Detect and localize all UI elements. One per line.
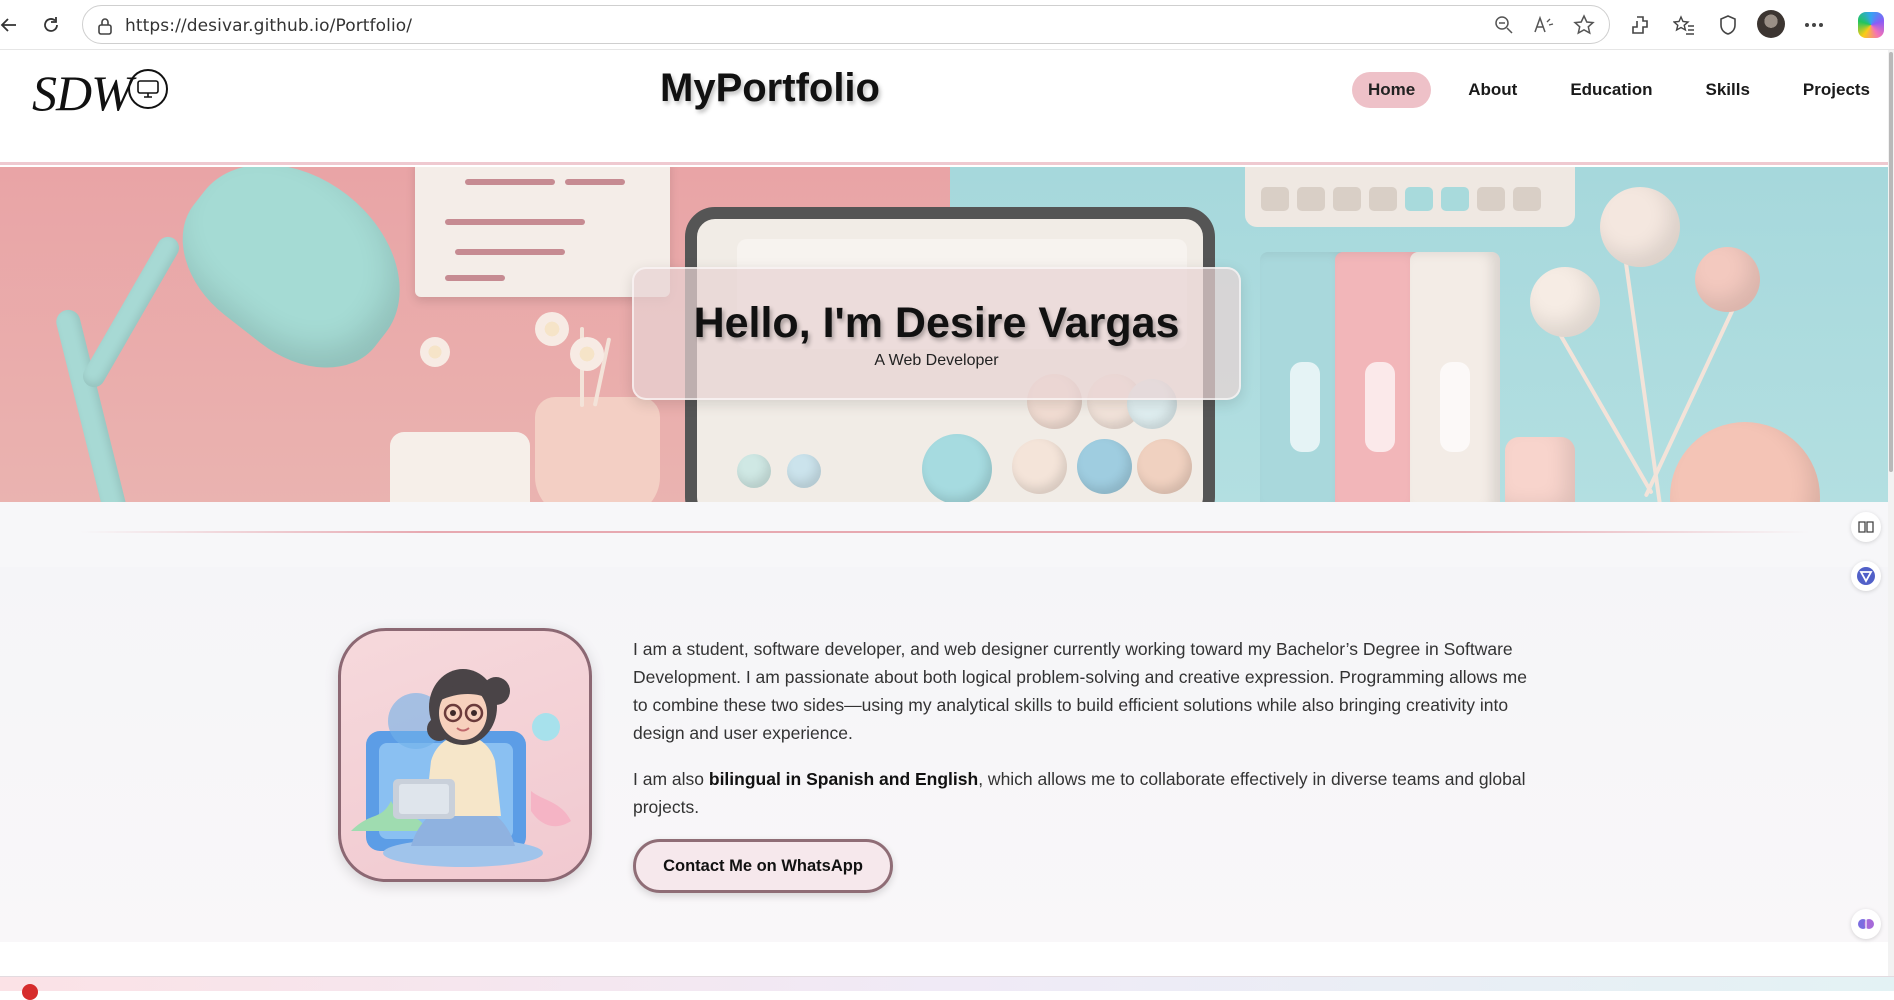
section-divider <box>0 502 1888 567</box>
more-icon[interactable] <box>1799 10 1829 40</box>
about-text: I am a student, software developer, and … <box>633 635 1533 839</box>
computer-icon <box>127 69 168 109</box>
site-logo[interactable]: SDW <box>32 64 168 122</box>
address-bar[interactable]: https://desivar.github.io/Portfolio/ <box>82 5 1610 44</box>
profile-illustration <box>338 628 592 882</box>
site-header: SDW MyPortfolio Home About Education Ski… <box>0 50 1888 165</box>
vase-illustration <box>535 397 660 502</box>
about-section: I am a student, software developer, and … <box>0 567 1888 942</box>
bilingual-highlight: bilingual in Spanish and English <box>708 769 979 789</box>
decorative-sphere <box>1600 187 1680 267</box>
favorite-star-icon[interactable] <box>1571 13 1597 37</box>
back-icon[interactable] <box>0 10 24 40</box>
nav-projects[interactable]: Projects <box>1787 72 1886 108</box>
hero-banner: Hello, I'm Desire Vargas A Web Developer <box>0 167 1888 502</box>
scrollbar-thumb[interactable] <box>1889 52 1893 472</box>
logo-text: SDW <box>32 65 133 121</box>
brain-icon[interactable] <box>1851 909 1881 939</box>
mug-illustration <box>390 432 530 502</box>
browser-essentials-icon[interactable] <box>1713 10 1743 40</box>
notification-badge <box>22 984 38 1000</box>
main-nav: Home About Education Skills Projects <box>1352 72 1894 108</box>
keyboard-illustration <box>1245 167 1575 227</box>
nav-about[interactable]: About <box>1452 72 1533 108</box>
profile-avatar[interactable] <box>1757 10 1785 38</box>
read-aloud-icon[interactable] <box>1531 13 1557 37</box>
nav-skills[interactable]: Skills <box>1690 72 1766 108</box>
reading-view-icon[interactable] <box>1851 512 1881 542</box>
hero-subtitle: A Web Developer <box>874 352 999 369</box>
reload-icon[interactable] <box>36 10 66 40</box>
site-title: MyPortfolio <box>660 66 880 110</box>
divider-line <box>80 531 1810 533</box>
zoom-out-icon[interactable] <box>1491 13 1517 37</box>
nav-home[interactable]: Home <box>1352 72 1432 108</box>
hero-card: Hello, I'm Desire Vargas A Web Developer <box>632 267 1241 400</box>
copilot-icon[interactable] <box>1858 12 1884 38</box>
browser-toolbar: https://desivar.github.io/Portfolio/ <box>0 0 1894 50</box>
hero-title: Hello, I'm Desire Vargas <box>693 299 1180 347</box>
favorites-icon[interactable] <box>1669 10 1699 40</box>
lock-icon[interactable] <box>97 17 113 40</box>
nav-education[interactable]: Education <box>1554 72 1668 108</box>
taskbar-strip <box>0 976 1894 991</box>
contact-whatsapp-button[interactable]: Contact Me on WhatsApp <box>633 839 893 893</box>
extensions-icon[interactable] <box>1625 10 1655 40</box>
about-paragraph-2: I am also bilingual in Spanish and Engli… <box>633 769 1526 817</box>
url-text[interactable]: https://desivar.github.io/Portfolio/ <box>125 16 412 36</box>
about-paragraph-1: I am a student, software developer, and … <box>633 639 1527 743</box>
flower-illustration <box>535 312 569 346</box>
vpn-icon[interactable] <box>1851 561 1881 591</box>
